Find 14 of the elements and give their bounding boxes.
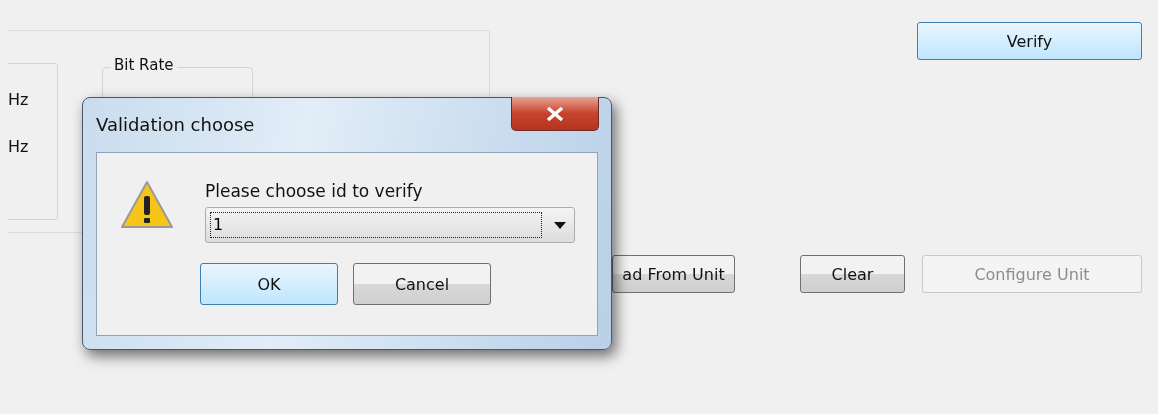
ok-button[interactable]: OK [200,263,338,305]
action-button[interactable]: Clear [800,255,905,293]
dropdown-arrow-icon [554,221,566,229]
warning-icon [119,179,175,231]
action-button[interactable]: ad From Unit [612,255,735,293]
cancel-button[interactable]: Cancel [353,263,491,305]
unit-label: Hz [8,90,30,109]
id-dropdown[interactable]: 1 [205,207,575,243]
dialog-title: Validation choose [96,114,255,137]
verify-button[interactable]: Verify [917,22,1142,60]
close-icon [545,105,565,122]
unit-label: Hz [8,137,30,156]
dialog-message: Please choose id to verify [205,181,424,201]
close-button[interactable] [511,97,599,131]
